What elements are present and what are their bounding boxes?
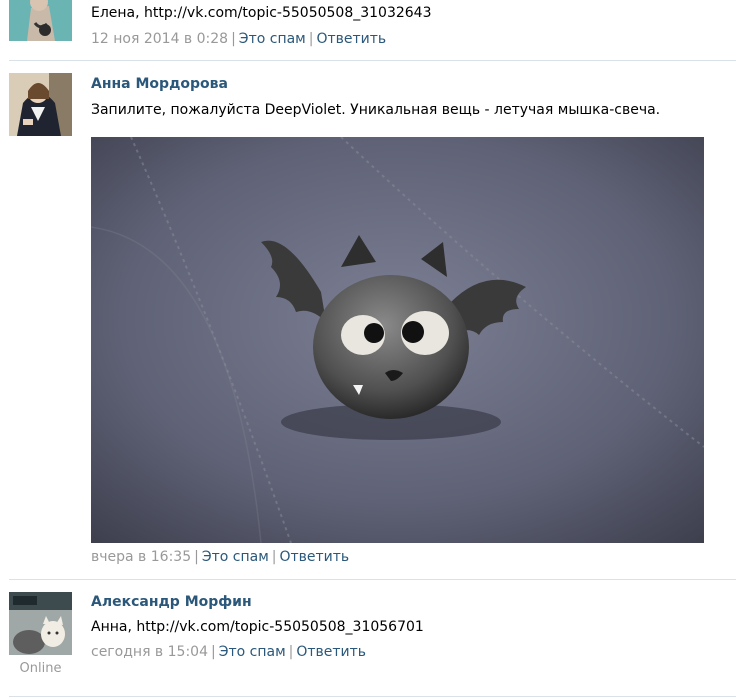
- author-name[interactable]: Александр Морфин: [91, 593, 424, 611]
- avatar-elena[interactable]: [9, 0, 72, 41]
- divider: [9, 60, 736, 61]
- divider: [9, 696, 736, 697]
- comment-text: Елена, http://vk.com/topic-55050508_3103…: [91, 5, 432, 21]
- reply-link[interactable]: Ответить: [279, 549, 349, 565]
- avatar-alexander-image: [9, 592, 72, 655]
- comment-date[interactable]: вчера в 16:35: [91, 549, 191, 565]
- spam-link[interactable]: Это спам: [202, 549, 269, 565]
- spam-link[interactable]: Это спам: [219, 644, 286, 660]
- reply-link[interactable]: Ответить: [316, 31, 386, 47]
- comment-date[interactable]: сегодня в 15:04: [91, 644, 208, 660]
- reply-link[interactable]: Ответить: [296, 644, 366, 660]
- comment-text: Анна, http://vk.com/topic-55050508_31056…: [91, 619, 424, 635]
- comment-2-body: Анна Мордорова Запилите, пожалуйста Deep…: [91, 75, 660, 119]
- author-name[interactable]: Анна Мордорова: [91, 75, 660, 93]
- comment-text: Запилите, пожалуйста DeepViolet. Уникаль…: [91, 102, 661, 118]
- spam-link[interactable]: Это спам: [239, 31, 306, 47]
- avatar-elena-image: [9, 0, 72, 41]
- comment-meta: сегодня в 15:04 | Это спам | Ответить: [91, 644, 367, 660]
- attached-photo[interactable]: [91, 137, 704, 543]
- online-status: Online: [19, 661, 62, 676]
- bat-candle-photo: [91, 137, 704, 543]
- comment-date[interactable]: 12 ноя 2014 в 0:28: [91, 31, 228, 47]
- avatar-anna[interactable]: [9, 73, 72, 136]
- divider: [9, 579, 736, 580]
- comment-meta: вчера в 16:35 | Это спам | Ответить: [91, 549, 350, 565]
- avatar-anna-image: [9, 73, 72, 136]
- comment-1-body: Елена, http://vk.com/topic-55050508_3103…: [91, 4, 431, 48]
- comment-2-meta: вчера в 16:35 | Это спам | Ответить: [91, 548, 349, 566]
- comment-3-body: Александр Морфин Анна, http://vk.com/top…: [91, 593, 424, 661]
- avatar-alexander[interactable]: [9, 592, 72, 655]
- comment-meta: 12 ноя 2014 в 0:28 | Это спам | Ответить: [91, 31, 387, 47]
